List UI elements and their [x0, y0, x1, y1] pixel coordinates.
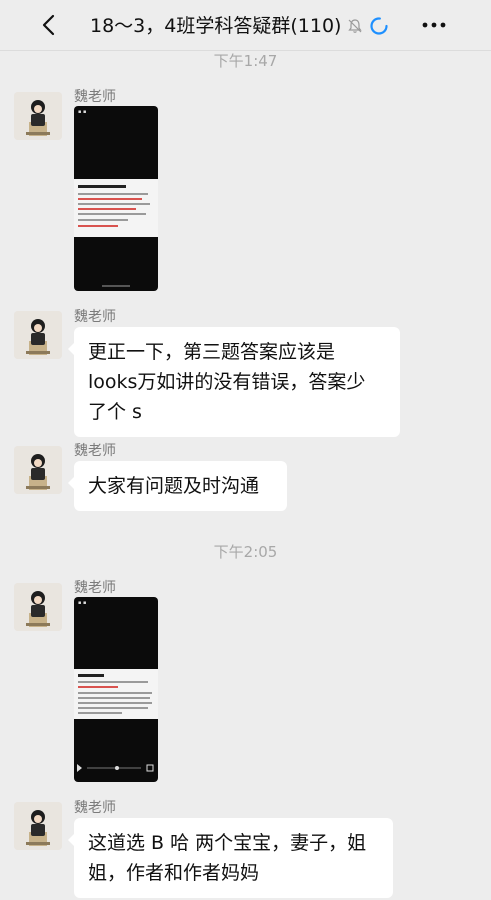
- avatar[interactable]: [14, 583, 62, 631]
- avatar[interactable]: [14, 92, 62, 140]
- avatar[interactable]: [14, 311, 62, 359]
- chat-title-group: 18～3，4班学科答疑群(110): [90, 13, 389, 39]
- thumbnail-document: [74, 669, 158, 719]
- sender-name: 魏老师: [74, 443, 116, 459]
- video-progress-bar: [77, 764, 154, 772]
- avatar-image: [14, 583, 62, 631]
- more-dots-icon[interactable]: [420, 13, 448, 37]
- message-timestamp: 下午2:05: [213, 543, 278, 561]
- message-line: 了个 s: [88, 401, 142, 423]
- avatar[interactable]: [14, 446, 62, 494]
- video-message[interactable]: ▪ ▪: [74, 597, 158, 782]
- text-message[interactable]: 这道选 B 哈 两个宝宝，妻子，姐 姐，作者和作者妈妈: [68, 818, 393, 898]
- chat-title: 18～3，4班学科答疑群(110): [90, 15, 342, 37]
- sender-name: 魏老师: [74, 309, 116, 325]
- message-line: 大家有问题及时沟通: [88, 475, 260, 497]
- avatar-image: [14, 311, 62, 359]
- thumbnail-document: [74, 179, 158, 237]
- back-chevron-icon[interactable]: [38, 14, 60, 36]
- sender-name: 魏老师: [74, 89, 116, 105]
- avatar-image: [14, 446, 62, 494]
- message-line: 姐，作者和作者妈妈: [88, 862, 260, 884]
- avatar-image: [14, 802, 62, 850]
- message-line: 这道选 B 哈 两个宝宝，妻子，姐: [88, 832, 367, 854]
- sender-name: 魏老师: [74, 800, 116, 816]
- thumbnail-statusbar: ▪ ▪: [78, 109, 87, 115]
- image-message[interactable]: ▪ ▪: [74, 106, 158, 291]
- message-line: looks万如讲的没有错误，答案少: [88, 371, 366, 393]
- chat-header: 18～3，4班学科答疑群(110): [0, 0, 491, 51]
- message-line: 更正一下，第三题答案应该是: [88, 341, 336, 363]
- loading-spinner-icon: [370, 17, 389, 35]
- thumbnail-statusbar: ▪ ▪: [78, 600, 87, 606]
- bell-muted-icon: [348, 19, 363, 33]
- message-timestamp: 下午1:47: [213, 52, 278, 70]
- avatar[interactable]: [14, 802, 62, 850]
- avatar-image: [14, 92, 62, 140]
- sender-name: 魏老师: [74, 580, 116, 596]
- text-message[interactable]: 大家有问题及时沟通: [68, 461, 287, 511]
- text-message[interactable]: 更正一下，第三题答案应该是 looks万如讲的没有错误，答案少 了个 s: [68, 327, 400, 437]
